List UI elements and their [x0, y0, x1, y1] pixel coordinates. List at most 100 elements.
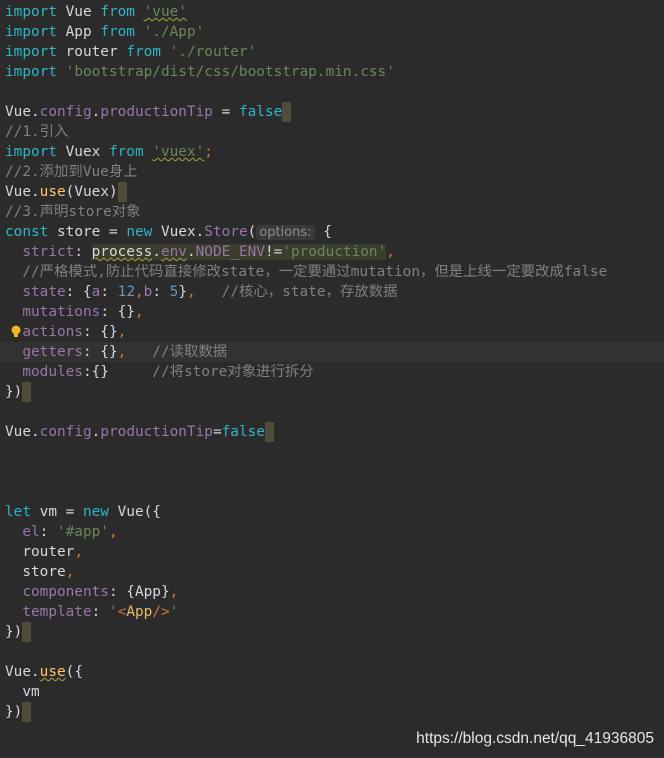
code-token: process [91, 244, 153, 260]
code-token: 'bootstrap/dist/css/bootstrap.min.css' [65, 64, 395, 80]
text-caret [22, 622, 32, 642]
code-token: . [31, 664, 40, 680]
code-token: //1.引入 [5, 124, 69, 140]
code-line[interactable]: actions: {}, [0, 322, 664, 342]
code-token: state [22, 284, 66, 300]
code-line[interactable]: let vm = new Vue({ [0, 502, 664, 522]
code-line[interactable] [0, 442, 664, 462]
code-line[interactable] [0, 642, 664, 662]
code-token: from [126, 44, 161, 60]
code-token: //将store对象进行拆分 [108, 364, 314, 380]
code-token: , [65, 564, 75, 580]
code-token: //严格模式,防止代码直接修改state，一定要通过mutation，但是上线一… [5, 264, 608, 280]
code-token: 12 [117, 284, 135, 300]
code-line[interactable]: //1.引入 [0, 122, 664, 142]
code-token: :{} [82, 364, 109, 380]
code-line[interactable] [0, 462, 664, 482]
code-token: from [100, 4, 135, 20]
code-line[interactable] [0, 482, 664, 502]
code-line[interactable]: import Vue from 'vue' [0, 2, 664, 22]
code-token: . [31, 184, 40, 200]
code-line[interactable]: import Vuex from 'vuex'; [0, 142, 664, 162]
code-token: . [152, 244, 161, 260]
code-line[interactable]: template: '<App/>' [0, 602, 664, 622]
code-line[interactable]: import router from './router' [0, 42, 664, 62]
code-line[interactable]: }) [0, 382, 664, 402]
code-token: false [221, 424, 265, 440]
code-line[interactable]: store, [0, 562, 664, 582]
code-token: new [82, 504, 109, 520]
code-token: new [126, 224, 153, 240]
code-token: : {} [100, 304, 135, 320]
lightbulb-icon[interactable] [11, 325, 21, 338]
code-line[interactable]: Vue.config.productionTip=false [0, 422, 664, 442]
code-token: : { [65, 284, 92, 300]
text-caret [22, 382, 32, 402]
code-token: Vuex [56, 144, 109, 160]
code-line[interactable]: components: {App}, [0, 582, 664, 602]
code-line[interactable]: router, [0, 542, 664, 562]
code-token: router [56, 44, 127, 60]
code-token: let [5, 504, 31, 520]
code-token: from [100, 24, 135, 40]
code-line[interactable]: Vue.use({ [0, 662, 664, 682]
code-token: : {} [82, 324, 118, 340]
code-line[interactable]: state: {a: 12,b: 5}, //核心，state，存放数据 [0, 282, 664, 302]
code-line[interactable]: el: '#app', [0, 522, 664, 542]
code-token: (Vuex) [65, 184, 118, 200]
code-line[interactable]: import App from './App' [0, 22, 664, 42]
code-token: : [100, 284, 118, 300]
text-caret [264, 422, 274, 442]
code-line[interactable]: import 'bootstrap/dist/css/bootstrap.min… [0, 62, 664, 82]
code-token: vm = [31, 504, 83, 520]
code-token: ' [169, 604, 179, 620]
code-token: use [39, 184, 66, 200]
code-line[interactable]: getters: {}, //读取数据 [0, 342, 664, 362]
text-caret [22, 702, 32, 722]
code-line[interactable]: vm [0, 682, 664, 702]
code-token: , [74, 544, 83, 560]
code-line[interactable]: Vue.use(Vuex) [0, 182, 664, 202]
code-token: { [314, 224, 332, 240]
code-token: false [238, 104, 283, 120]
code-token: store = [48, 224, 127, 240]
code-line[interactable]: }) [0, 702, 664, 722]
code-token: Vuex. [152, 224, 205, 240]
code-token: 'production' [282, 244, 387, 260]
code-line[interactable]: strict: process.env.NODE_ENV!='productio… [0, 242, 664, 262]
code-line[interactable]: Vue.config.productionTip = false [0, 102, 664, 122]
code-line[interactable] [0, 82, 664, 102]
code-line[interactable]: modules:{} //将store对象进行拆分 [0, 362, 664, 382]
code-token: Store [204, 224, 248, 240]
code-editor[interactable]: import Vue from 'vue' import App from './… [0, 2, 664, 722]
code-token: , [117, 344, 127, 360]
code-token: import [5, 4, 57, 20]
code-token: , [134, 284, 144, 300]
code-line[interactable]: //2.添加到Vue身上 [0, 162, 664, 182]
code-line[interactable]: //3.声明store对象 [0, 202, 664, 222]
code-line[interactable]: }) [0, 622, 664, 642]
code-token: NODE_ENV [195, 244, 265, 260]
code-token: , [386, 244, 395, 260]
code-token: < [117, 604, 127, 620]
code-line[interactable]: //严格模式,防止代码直接修改state，一定要通过mutation，但是上线一… [0, 262, 664, 282]
code-token: Vue [5, 664, 31, 680]
code-line[interactable] [0, 402, 664, 422]
code-token: . [186, 244, 196, 260]
code-token: import [5, 24, 57, 40]
code-token: = [212, 104, 239, 120]
code-token: '#app' [56, 524, 109, 540]
code-line[interactable]: mutations: {}, [0, 302, 664, 322]
code-token: store [5, 564, 66, 580]
code-token: : [74, 244, 92, 260]
code-line[interactable]: const store = new Vuex.Store(options: { [0, 222, 664, 242]
code-token: }) [5, 384, 23, 400]
